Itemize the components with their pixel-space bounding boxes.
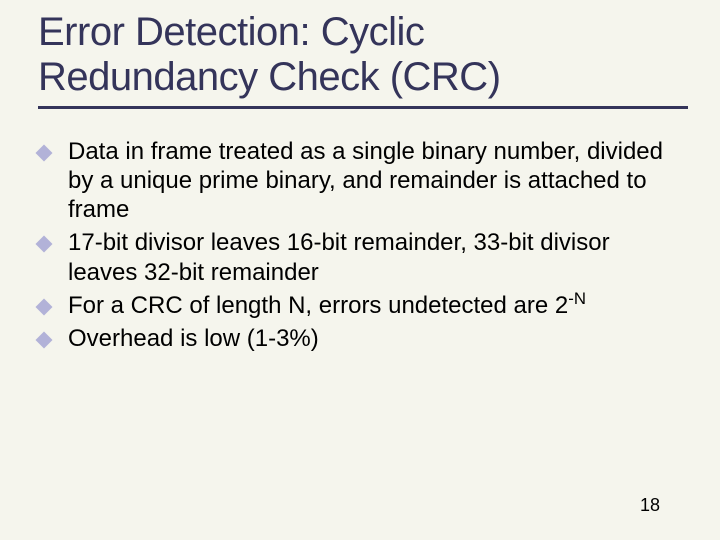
bullet-item: Overhead is low (1-3%): [38, 324, 682, 353]
bullet-text: Data in frame treated as a single binary…: [68, 138, 663, 224]
bullet-list: Data in frame treated as a single binary…: [38, 137, 682, 354]
bullet-icon: [36, 298, 53, 315]
slide-title: Error Detection: Cyclic Redundancy Check…: [38, 10, 682, 100]
bullet-item: For a CRC of length N, errors undetected…: [38, 291, 682, 320]
bullet-icon: [36, 332, 53, 349]
title-line-1: Error Detection: Cyclic: [38, 10, 424, 54]
superscript: -N: [568, 289, 586, 308]
page-number: 18: [640, 495, 660, 516]
bullet-text: For a CRC of length N, errors undetected…: [68, 292, 568, 319]
bullet-text: Overhead is low (1-3%): [68, 325, 319, 352]
title-underline: [38, 106, 688, 109]
bullet-icon: [36, 144, 53, 161]
bullet-item: Data in frame treated as a single binary…: [38, 137, 682, 225]
bullet-icon: [36, 236, 53, 253]
title-line-2: Redundancy Check (CRC): [38, 55, 501, 99]
slide: Error Detection: Cyclic Redundancy Check…: [0, 0, 720, 540]
bullet-item: 17-bit divisor leaves 16-bit remainder, …: [38, 228, 682, 287]
bullet-text: 17-bit divisor leaves 16-bit remainder, …: [68, 229, 610, 285]
